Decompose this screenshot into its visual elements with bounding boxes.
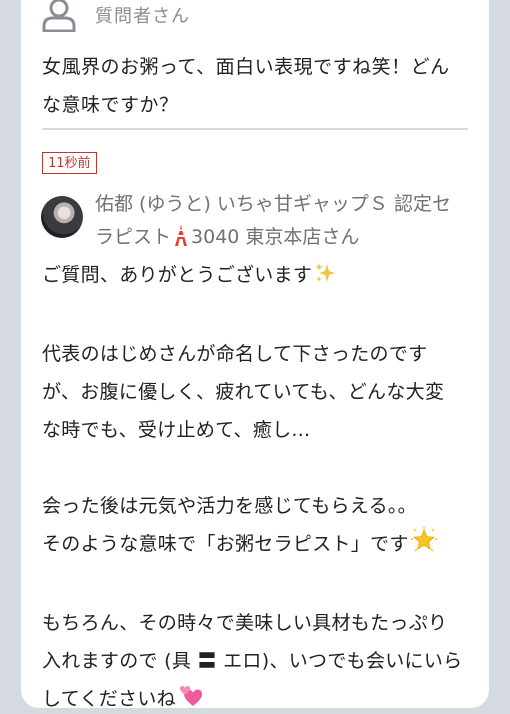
answer-line: もちろん、その時々で美味しい具材もたっぷり bbox=[42, 612, 448, 634]
glowing-star-icon bbox=[410, 527, 437, 566]
question-header: 質問者さん bbox=[41, 0, 190, 33]
answerer-name-part: ラピスト bbox=[95, 226, 172, 248]
questioner-label: 質問者さん bbox=[95, 6, 190, 27]
answerer-avatar[interactable] bbox=[41, 196, 83, 238]
answerer-name[interactable]: 佑都 (ゆうと) いちゃ甘ギャップＳ 認定セ ラピスト 3040 東京本店さん bbox=[95, 188, 465, 254]
answerer-name-line: ラピスト 3040 東京本店さん bbox=[95, 221, 465, 254]
divider bbox=[42, 128, 468, 130]
answer-line-text: そのような意味で「お粥セラピスト」です bbox=[42, 533, 409, 555]
answer-line: してくださいね bbox=[42, 680, 472, 708]
answer-text: ご質問、ありがとうございます 代表のはじめさんが命名して下さったのです が、お腹… bbox=[42, 256, 472, 708]
answer-line: そのような意味で「お粥セラピスト」です bbox=[42, 525, 472, 566]
answerer-name-part: 3040 東京本店さん bbox=[191, 226, 360, 248]
answer-line: 入れますので (具 〓 エロ)、いつでも会いにいら bbox=[42, 650, 463, 672]
answer-line: 代表のはじめさんが命名して下さったのです bbox=[42, 343, 428, 365]
answer-line-text: してくださいね bbox=[42, 688, 176, 708]
question-line: 女風界のお粥って、面白い表現ですね笑！どん bbox=[42, 56, 450, 78]
answer-line: な時でも、受け止めて、癒し... bbox=[42, 419, 311, 441]
question-text: 女風界のお粥って、面白い表現ですね笑！どん な意味ですか？ bbox=[42, 48, 470, 124]
qa-card: 質問者さん 女風界のお粥って、面白い表現ですね笑！どん な意味ですか？ 11秒前… bbox=[21, 0, 489, 708]
question-line: な意味ですか？ bbox=[42, 94, 179, 116]
answer-line: ご質問、ありがとうございます bbox=[42, 256, 472, 297]
answerer-name-line: 佑都 (ゆうと) いちゃ甘ギャップＳ 認定セ bbox=[95, 193, 451, 215]
person-outline-icon bbox=[41, 0, 77, 33]
answer-line-text: ご質問、ありがとうございます bbox=[42, 264, 313, 286]
two-hearts-icon bbox=[178, 683, 204, 708]
answer-line: 会った後は元気や活力を感じてもらえる。。 bbox=[42, 495, 417, 517]
sparkles-icon bbox=[314, 259, 336, 297]
answerer-header[interactable]: 佑都 (ゆうと) いちゃ甘ギャップＳ 認定セ ラピスト 3040 東京本店さん bbox=[41, 188, 471, 254]
answer-line: が、お腹に優しく、疲れていても、どんな大変 bbox=[42, 381, 445, 403]
time-badge: 11秒前 bbox=[42, 152, 97, 174]
tokyo-tower-icon bbox=[174, 224, 188, 246]
